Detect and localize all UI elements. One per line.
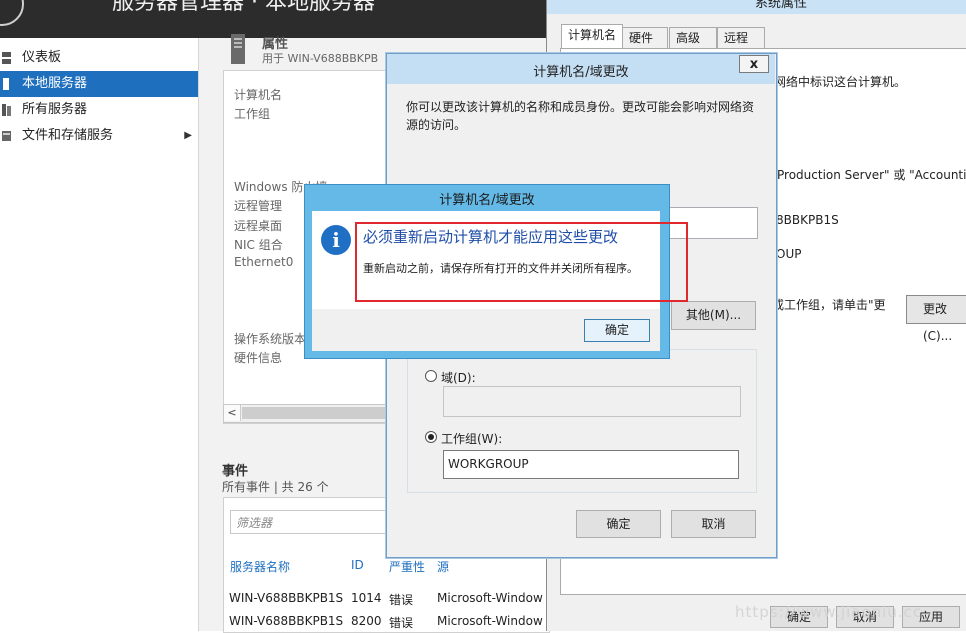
dashboard-icon xyxy=(2,52,11,64)
sidebar-item-label: 文件和存储服务 xyxy=(22,128,114,143)
sidebar-item-label: 仪表板 xyxy=(22,50,62,65)
storage-icon xyxy=(2,131,11,141)
annotation-highlight-box xyxy=(355,222,688,302)
system-properties-title: 系统属性 xyxy=(755,0,808,11)
workgroup-label: 工作组(W): xyxy=(441,432,503,446)
table-row-source[interactable]: Microsoft-Window xyxy=(437,614,543,628)
info-icon: i xyxy=(321,225,351,255)
property-label: Ethernet0 xyxy=(234,255,294,269)
dialog-cancel-button[interactable]: 取消 xyxy=(671,510,756,538)
sidebar-item-label: 本地服务器 xyxy=(22,76,88,91)
more-button[interactable]: 其他(M)... xyxy=(671,301,756,330)
dialog-title: 计算机名/域更改 xyxy=(533,65,629,80)
watermark: https://www.jiaoniu.cc xyxy=(735,603,923,621)
tab-hardware[interactable]: 硬件 xyxy=(622,27,668,48)
dialog-ok-button[interactable]: 确定 xyxy=(576,510,661,538)
message-title: 计算机名/域更改 xyxy=(439,193,535,208)
full-computer-name-value: 8BBKPB1S xyxy=(776,213,839,227)
column-header-server[interactable]: 服务器名称 xyxy=(230,558,290,575)
property-label: 远程桌面 xyxy=(234,219,283,233)
page-title: 服务器管理器 · 本地服务器 xyxy=(112,0,375,15)
sidebar-item-label: 所有服务器 xyxy=(22,102,88,117)
workgroup-value: OUP xyxy=(776,247,802,261)
table-row-id[interactable]: 8200 xyxy=(351,614,382,628)
close-button[interactable]: x xyxy=(739,55,769,73)
table-row-server[interactable]: WIN-V688BBKPB1S xyxy=(229,614,343,628)
property-label: 操作系统版本 xyxy=(234,332,307,346)
tab-computer-name[interactable]: 计算机名 xyxy=(561,24,623,49)
sidebar-nav: 仪表板 本地服务器 所有服务器 文件和存储服务 ▶ xyxy=(0,38,199,631)
sidebar-item-all-servers[interactable]: 所有服务器 xyxy=(0,97,198,123)
server-icon xyxy=(231,34,245,64)
events-title: 事件 xyxy=(222,464,249,479)
tab-advanced[interactable]: 高级 xyxy=(669,27,717,48)
table-row-id[interactable]: 1014 xyxy=(351,591,382,605)
sidebar-item-dashboard[interactable]: 仪表板 xyxy=(0,45,198,71)
column-header-source[interactable]: 源 xyxy=(437,558,449,575)
table-row-severity[interactable]: 错误 xyxy=(389,614,413,631)
properties-subtitle: 用于 WIN-V688BBKPB xyxy=(262,52,379,65)
table-row-source[interactable]: Microsoft-Window xyxy=(437,591,543,605)
change-button[interactable]: 更改(C)... xyxy=(906,295,966,343)
domain-label: 域(D): xyxy=(441,371,476,385)
table-row-severity[interactable]: 错误 xyxy=(389,591,413,608)
column-header-id[interactable]: ID xyxy=(351,558,364,572)
column-header-severity[interactable]: 严重性 xyxy=(389,558,425,575)
property-label: 工作组 xyxy=(234,107,271,121)
sidebar-item-local-server[interactable]: 本地服务器 xyxy=(0,71,198,97)
expand-arrow-icon[interactable]: ▶ xyxy=(184,123,192,149)
filter-input[interactable]: 筛选器 xyxy=(230,510,390,534)
property-label: 计算机名 xyxy=(234,88,283,102)
message-ok-button[interactable]: 确定 xyxy=(584,319,650,342)
servers-icon xyxy=(2,104,11,116)
property-label: NIC 组合 xyxy=(234,238,283,252)
example-text: Production Server" 或 "Accounting xyxy=(777,168,966,182)
events-subtitle: 所有事件 | 共 26 个 xyxy=(222,480,329,494)
workgroup-radio[interactable] xyxy=(425,431,437,443)
rename-hint-text: 或工作组，请单击"更 xyxy=(772,298,886,312)
description-text: 网络中标识这台计算机。 xyxy=(774,75,907,89)
back-icon[interactable] xyxy=(0,0,24,26)
property-label: 远程管理 xyxy=(234,199,283,213)
property-label: 硬件信息 xyxy=(234,351,283,365)
dialog-description: 你可以更改该计算机的名称和成员身份。更改可能会影响对网络资源的访问。 xyxy=(406,100,755,132)
server-icon xyxy=(3,78,9,90)
workgroup-input[interactable]: WORKGROUP xyxy=(443,450,739,479)
domain-radio[interactable] xyxy=(425,370,437,382)
table-row-server[interactable]: WIN-V688BBKPB1S xyxy=(229,591,343,605)
domain-input[interactable] xyxy=(443,386,741,417)
scroll-left-icon[interactable]: < xyxy=(224,405,241,421)
tab-remote[interactable]: 远程 xyxy=(717,27,765,48)
sidebar-item-file-storage[interactable]: 文件和存储服务 ▶ xyxy=(0,123,198,149)
scrollbar-thumb[interactable] xyxy=(242,407,390,419)
